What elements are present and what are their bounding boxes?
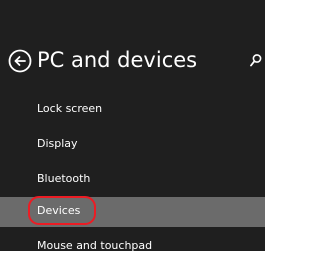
- nav-item-label: Display: [37, 137, 78, 150]
- screenshot: PC and devices Lock screen Display Bluet…: [0, 0, 275, 253]
- nav-item-label: Lock screen: [37, 102, 103, 115]
- nav-item-lock-screen[interactable]: Lock screen: [0, 95, 265, 125]
- settings-panel: PC and devices Lock screen Display Bluet…: [0, 0, 265, 251]
- search-icon: [250, 54, 262, 67]
- back-button[interactable]: [8, 49, 32, 73]
- page-title: PC and devices: [37, 48, 198, 72]
- search-button[interactable]: [249, 53, 263, 69]
- nav-item-label: Mouse and touchpad: [37, 239, 153, 251]
- nav-item-display[interactable]: Display: [0, 130, 265, 160]
- nav-item-label: Devices: [37, 204, 81, 217]
- nav-item-bluetooth[interactable]: Bluetooth: [0, 165, 265, 195]
- header: PC and devices: [0, 46, 265, 76]
- nav-item-mouse-and-touchpad[interactable]: Mouse and touchpad: [0, 232, 265, 251]
- back-arrow-circle-icon: [8, 49, 32, 73]
- nav-item-label: Bluetooth: [37, 172, 91, 185]
- nav-item-devices[interactable]: Devices: [0, 197, 265, 227]
